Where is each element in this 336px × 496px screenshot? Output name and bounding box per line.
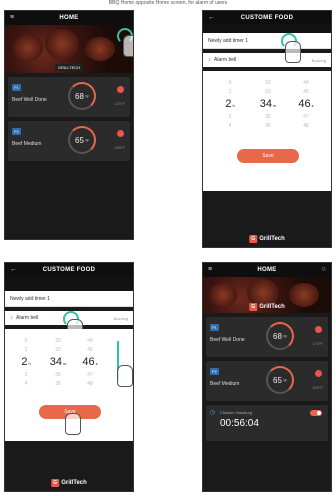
- hours-wheel[interactable]: 01 2h 34: [11, 337, 41, 389]
- probe-name: Beef Medium: [210, 381, 240, 387]
- probe-tag: P1: [210, 324, 219, 331]
- hero-image: G GrillTech: [203, 277, 331, 313]
- alarm-label: Alarm bell: [16, 315, 39, 321]
- tutorial-page: BBQ Home opposite Home screen, for alarm…: [0, 0, 336, 496]
- custom-title-bar: ← CUSTOME FOOD: [203, 11, 331, 25]
- probe-alarm-icon[interactable]: [315, 370, 322, 377]
- home-screen: ≡ HOME GRILLTECH P1 Beef Well Done 68 °F …: [4, 10, 134, 240]
- probe-tag: P1: [12, 84, 21, 91]
- swipe-hand-icon: [117, 365, 133, 387]
- home-title-bar: ≡ HOME: [5, 11, 133, 25]
- power-icon[interactable]: ○: [321, 266, 326, 273]
- back-icon[interactable]: ←: [10, 266, 17, 273]
- clock-icon: ◷: [210, 410, 216, 416]
- back-icon[interactable]: ←: [208, 14, 215, 21]
- bell-icon: ♪: [10, 315, 13, 321]
- time-picker[interactable]: 01 2h 34 32 33 34m 35 36 44 45 46s 47 48 Sav…: [203, 71, 331, 191]
- custom-title-bar: ← CUSTOME FOOD: [5, 263, 133, 277]
- probe-set-temp: 155°F: [312, 385, 323, 390]
- time-picker[interactable]: 01 2h 34 32 33 34m 35 36 44 45 46s 47 48 Sav…: [5, 329, 133, 441]
- temp-gauge: 65 °F: [266, 366, 294, 394]
- timer-name: Chicken Hamburg: [220, 410, 253, 415]
- caption-text: BBQ Home opposite Home screen, for alarm…: [108, 0, 228, 6]
- probe-name: Beef Medium: [12, 141, 42, 147]
- minutes-wheel[interactable]: 32 33 34m 35 36: [253, 79, 283, 131]
- menu-icon[interactable]: ≡: [208, 266, 212, 273]
- probe-set-temp: 170°F: [312, 341, 323, 346]
- hand-pointer-icon: [123, 35, 133, 57]
- timer-name-field[interactable]: Newly add timer 1: [203, 33, 331, 49]
- timer-name-field[interactable]: Newly add timer 1: [5, 291, 133, 307]
- home-title: HOME: [59, 15, 79, 21]
- alarm-row[interactable]: ♪ Alarm bell Buzzing: [203, 53, 331, 67]
- probe-alarm-icon[interactable]: [117, 130, 124, 137]
- custom-food-screen-gesture: ← CUSTOME FOOD Newly add timer 1 ♪ Alarm…: [4, 262, 134, 492]
- temp-gauge: 65 °F: [68, 126, 96, 154]
- alarm-label: Alarm bell: [214, 57, 237, 63]
- custom-title: CUSTOME FOOD: [240, 15, 294, 21]
- custom-title: CUSTOME FOOD: [42, 267, 96, 273]
- brand-logo: G GrillTech: [249, 303, 285, 311]
- probe-card-1[interactable]: P1 Beef Well Done 68 °F 170°F: [206, 317, 328, 357]
- timer-toggle[interactable]: [310, 410, 322, 416]
- brand-logo: G GrillTech: [51, 479, 87, 487]
- probe-tag: P2: [210, 368, 219, 375]
- bell-icon: ♪: [208, 57, 211, 63]
- probe-alarm-icon[interactable]: [117, 86, 124, 93]
- hand-pointer-icon: [285, 41, 301, 63]
- probe-tag: P2: [12, 128, 21, 135]
- probe-set-temp: 170°F: [114, 101, 125, 106]
- probe-card-1[interactable]: P1 Beef Well Done 68 °F 170°F: [8, 77, 130, 117]
- probe-name: Beef Well Done: [12, 97, 47, 103]
- hero-image: GRILLTECH: [5, 25, 133, 73]
- minutes-wheel[interactable]: 32 33 34m 35 36: [43, 337, 73, 389]
- temp-gauge: 68 °F: [266, 322, 294, 350]
- temp-gauge: 68 °F: [68, 82, 96, 110]
- alarm-value: Buzzing: [113, 315, 128, 321]
- probe-name: Beef Well Done: [210, 337, 245, 343]
- save-button[interactable]: Save: [237, 149, 299, 163]
- alarm-value: Buzzing: [311, 57, 326, 63]
- menu-icon[interactable]: ≡: [10, 14, 14, 21]
- timer-card[interactable]: ◷ Chicken Hamburg 00:56:04: [206, 405, 328, 441]
- seconds-wheel[interactable]: 44 45 46s 47 48: [291, 79, 321, 131]
- seconds-wheel[interactable]: 44 45 46s 47 48: [75, 337, 105, 389]
- hours-wheel[interactable]: 01 2h 34: [215, 79, 245, 131]
- custom-food-screen: ← CUSTOME FOOD Newly add timer 1 ♪ Alarm…: [202, 10, 332, 248]
- probe-alarm-icon[interactable]: [315, 326, 322, 333]
- probe-card-2[interactable]: P2 Beef Medium 65 °F 155°F: [206, 361, 328, 401]
- hero-logo: GRILLTECH: [54, 64, 84, 71]
- brand-logo: G GrillTech: [249, 235, 285, 243]
- home-title: HOME: [257, 267, 277, 273]
- timer-countdown: 00:56:04: [220, 418, 259, 429]
- home-screen-with-timer: ≡ HOME ○ G GrillTech P1 Beef Well Done 68…: [202, 262, 332, 492]
- hand-pointer-icon: [65, 413, 81, 435]
- probe-set-temp: 155°F: [114, 145, 125, 150]
- probe-card-2[interactable]: P2 Beef Medium 65 °F 155°F: [8, 121, 130, 161]
- home-title-bar: ≡ HOME ○: [203, 263, 331, 277]
